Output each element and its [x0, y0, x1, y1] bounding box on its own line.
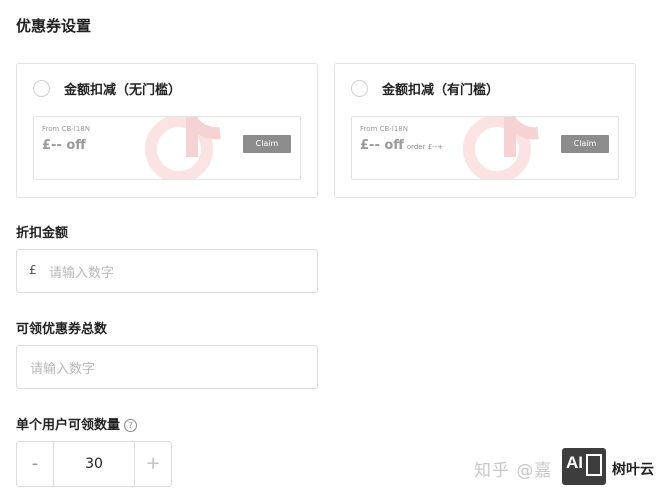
- zhihu-watermark: 知乎 @嘉: [474, 461, 553, 481]
- coupon-type-title: 金额扣减（有门槛）: [382, 83, 500, 98]
- per-user-limit-label-text: 单个用户可领数量: [16, 418, 121, 433]
- coupon-amount-text: £-- off: [42, 138, 86, 153]
- coupon-type-card-with-threshold[interactable]: 金额扣减（有门槛） From CB-I18N £-- off order £--+…: [334, 63, 636, 198]
- ai-logo-text: AI: [566, 453, 583, 472]
- brand-watermark: 树叶云: [612, 462, 654, 478]
- ai-logo-frame: [586, 454, 602, 476]
- total-coupons-label: 可领优惠券总数: [16, 322, 108, 337]
- coupon-type-card-no-threshold[interactable]: 金额扣减（无门槛） From CB-I18N £-- off Claim: [16, 63, 318, 198]
- discount-amount-placeholder: 请输入数字: [49, 266, 115, 281]
- coupon-amount: £-- off order £--+: [360, 138, 443, 153]
- claim-button: Claim: [561, 135, 609, 153]
- help-icon[interactable]: ?: [124, 419, 138, 432]
- coupon-preview: From CB-I18N £-- off Claim: [33, 116, 301, 180]
- per-user-limit-label: 单个用户可领数量?: [16, 414, 138, 433]
- coupon-source: From CB-I18N: [42, 125, 90, 133]
- radio-with-threshold[interactable]: [351, 80, 368, 97]
- coupon-order-threshold: order £--+: [406, 143, 444, 151]
- per-user-limit-value[interactable]: 30: [54, 442, 134, 486]
- coupon-amount-text: £-- off: [360, 138, 404, 153]
- radio-no-threshold[interactable]: [33, 80, 50, 97]
- tiktok-watermark-icon: [463, 117, 539, 179]
- ai-logo-icon: AI: [562, 448, 606, 485]
- coupon-preview: From CB-I18N £-- off order £--+ Claim: [351, 116, 619, 180]
- claim-button: Claim: [243, 135, 291, 153]
- per-user-limit-stepper[interactable]: - 30 +: [16, 441, 172, 487]
- coupon-amount: £-- off: [42, 138, 86, 153]
- page-title: 优惠券设置: [16, 17, 92, 35]
- discount-amount-input[interactable]: £ 请输入数字: [16, 249, 318, 293]
- decrement-button[interactable]: -: [17, 442, 54, 486]
- coupon-type-title: 金额扣减（无门槛）: [64, 83, 182, 98]
- tiktok-watermark-icon: [145, 117, 221, 179]
- discount-amount-label: 折扣金额: [16, 226, 69, 241]
- increment-button[interactable]: +: [134, 442, 171, 486]
- total-coupons-input[interactable]: 请输入数字: [16, 345, 318, 389]
- coupon-source: From CB-I18N: [360, 125, 408, 133]
- currency-symbol: £: [29, 263, 37, 277]
- total-coupons-placeholder: 请输入数字: [30, 362, 96, 377]
